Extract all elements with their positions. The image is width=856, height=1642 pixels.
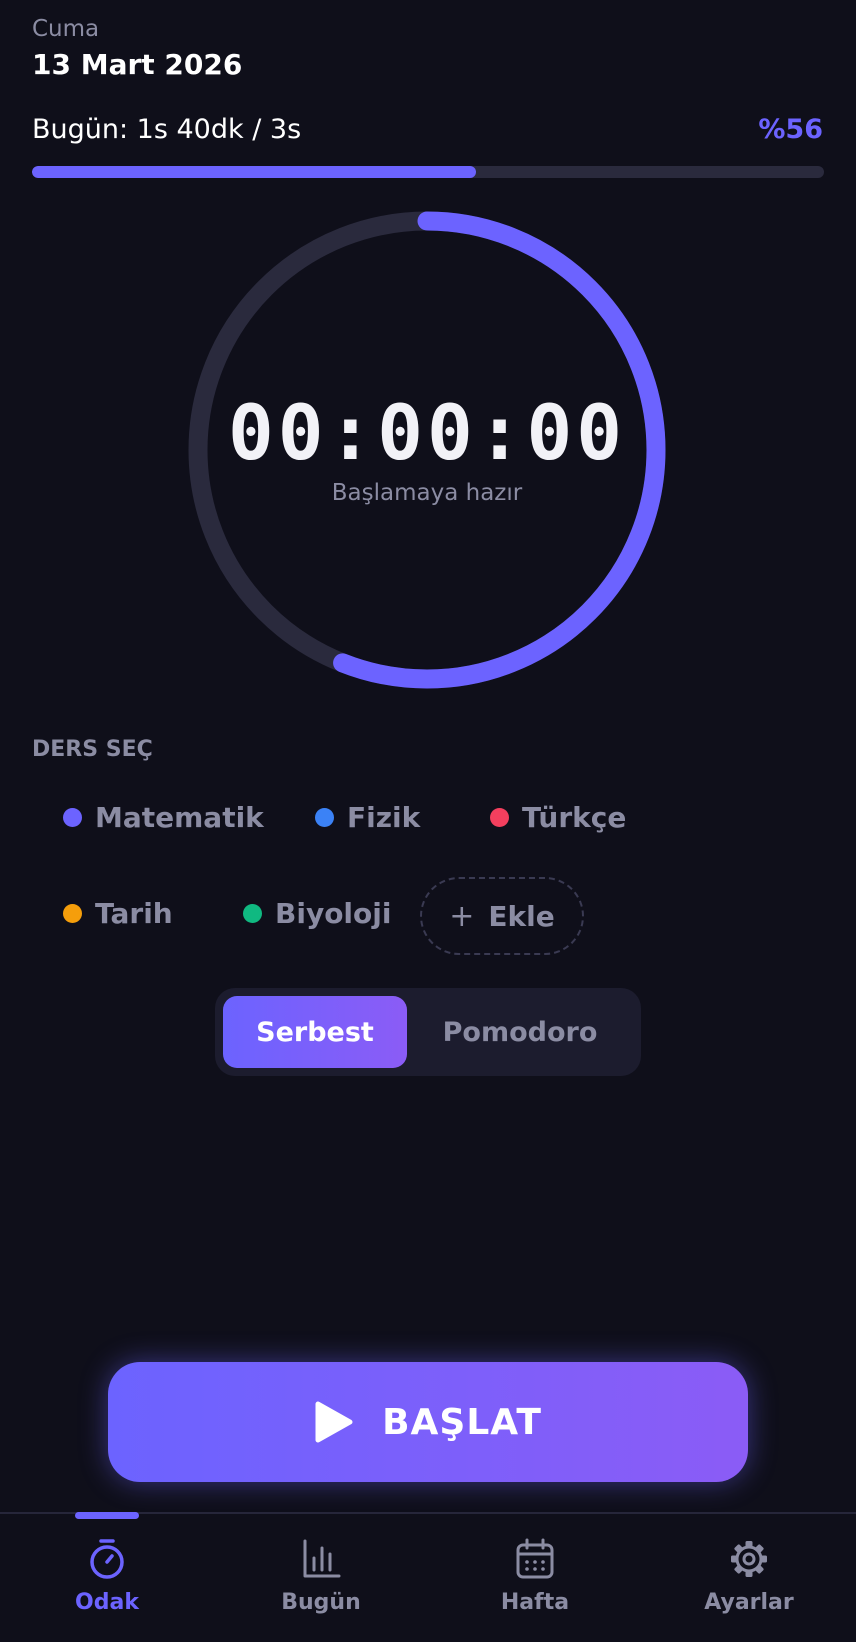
bar-chart-icon [303,1539,341,1578]
nav-item-odak[interactable]: Odak [37,1538,177,1615]
subject-tarih[interactable]: Tarih [63,897,173,930]
start-button-label: BAŞLAT [382,1401,542,1443]
subject-turkce[interactable]: Türkçe [490,801,626,834]
subject-color-dot [63,904,82,923]
play-icon [315,1401,353,1443]
subject-label: Matematik [95,801,264,834]
subject-section-title: DERS SEÇ [32,737,153,762]
subject-fizik[interactable]: Fizik [315,801,420,834]
mode-toggle: Serbest Pomodoro [215,988,641,1076]
nav-label: Ayarlar [704,1590,794,1615]
subject-label: Türkçe [522,801,627,834]
subject-label: Fizik [347,801,421,834]
date-label: 13 Mart 2026 [32,48,243,81]
nav-item-ayarlar[interactable]: Ayarlar [679,1538,819,1615]
nav-item-hafta[interactable]: Hafta [465,1538,605,1615]
daily-progress-fill [32,166,476,178]
subject-matematik[interactable]: Matematik [63,801,264,834]
gear-icon [731,1541,767,1577]
nav-active-indicator [75,1512,139,1519]
nav-label: Bugün [281,1590,361,1615]
day-name: Cuma [32,16,100,42]
nav-label: Hafta [500,1590,570,1615]
timer-display: 00:00:00 [227,388,627,477]
subject-color-dot [243,904,262,923]
subject-color-dot [490,808,509,827]
plus-icon: + [449,898,475,934]
subject-biyoloji[interactable]: Biyoloji [243,897,391,930]
stopwatch-icon [90,1539,124,1579]
subject-label: Tarih [95,897,173,930]
subject-label: Biyoloji [275,897,392,930]
subject-color-dot [63,808,82,827]
today-progress-label: Bugün: 1s 40dk / 3s [32,114,302,145]
subject-color-dot [315,808,334,827]
today-progress-percent: %56 [758,114,823,145]
add-subject-label: Ekle [488,899,555,933]
mode-pomodoro-button[interactable]: Pomodoro [407,996,633,1068]
mode-serbest-button[interactable]: Serbest [223,996,407,1068]
add-subject-button[interactable]: + Ekle [420,877,584,955]
nav-item-bugun[interactable]: Bugün [251,1538,391,1615]
calendar-icon [516,1538,554,1579]
timer-status: Başlamaya hazır [331,480,523,506]
start-button[interactable]: BAŞLAT [108,1362,748,1482]
daily-progress-bar [32,166,824,178]
bottom-nav: Odak Bugün Hafta Ayarlar [0,1512,856,1642]
nav-label: Odak [75,1590,139,1615]
